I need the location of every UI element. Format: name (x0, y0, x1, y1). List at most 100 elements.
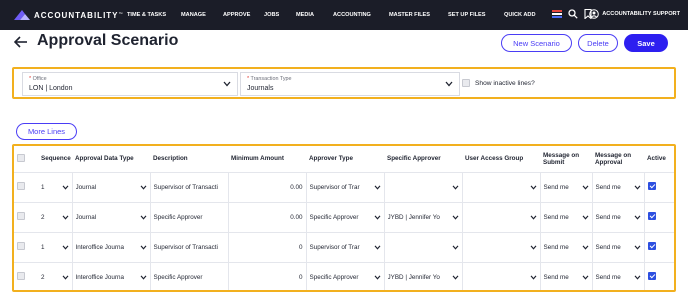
approval-data-type-value: Interoffice Journa (75, 273, 125, 281)
save-button[interactable]: Save (624, 34, 668, 52)
sequence-select[interactable]: 1 (38, 231, 72, 262)
approval-data-type-select[interactable]: Interoffice Journa (71, 231, 150, 262)
row-select-checkbox[interactable] (17, 212, 25, 220)
flag-icon[interactable] (552, 9, 562, 19)
specific-approver-select[interactable]: JYBD | Jennifer Yo (383, 261, 462, 290)
row-select-checkbox[interactable] (17, 242, 25, 250)
row-select-checkbox[interactable] (17, 272, 25, 281)
search-icon[interactable] (568, 9, 578, 19)
nav-item-set-up-files[interactable]: SET UP FILES (448, 12, 500, 18)
nav-item-accounting[interactable]: ACCOUNTING (333, 12, 385, 18)
approval-data-type-select[interactable]: Interoffice Journa (71, 261, 150, 290)
approval-lines-grid: Sequence Approval Data Type Description … (12, 144, 676, 292)
message-on-submit-select[interactable]: Send me (539, 201, 592, 232)
message-on-approval-select[interactable]: Send me (591, 261, 644, 290)
user-access-group-select[interactable] (461, 201, 540, 232)
chevron-down-icon (374, 275, 380, 280)
user-name: ACCOUNTABILITY SUPPORT (602, 11, 680, 17)
new-scenario-button[interactable]: New Scenario (501, 34, 572, 52)
approver-type-select[interactable]: Supervisor of Trar (305, 171, 384, 202)
active-checkbox[interactable] (647, 182, 656, 190)
description-input[interactable]: Supervisor of Transacti (149, 231, 228, 262)
nav-item-quick-add[interactable]: QUICK ADD (504, 12, 544, 18)
message-on-approval-value: Send me (595, 243, 621, 251)
nav-item-time-tasks[interactable]: TIME & TASKS (127, 12, 176, 18)
chevron-down-icon (140, 275, 146, 280)
nav-item-jobs[interactable]: JOBS (264, 12, 292, 18)
nav-item-master-files[interactable]: MASTER FILES (389, 12, 445, 18)
sequence-value: 2 (41, 273, 45, 281)
table-row: 1 Journal Supervisor of Transacti 0.00 Super… (14, 171, 674, 202)
approver-type-select[interactable]: Supervisor of Trar (305, 231, 384, 262)
specific-approver-select[interactable] (383, 231, 462, 262)
approval-data-type-select[interactable]: Journal (71, 201, 150, 232)
sequence-value: 1 (41, 243, 45, 251)
user-circle-icon (589, 9, 600, 19)
minimum-amount-input[interactable]: 0.00 (227, 171, 306, 202)
nav-item-media[interactable]: MEDIA (296, 12, 329, 18)
approver-type-select[interactable]: Specific Approver (305, 201, 384, 232)
sequence-select[interactable]: 2 (38, 201, 72, 232)
chevron-down-icon (445, 81, 453, 87)
message-on-submit-select[interactable]: Send me (539, 261, 592, 290)
nav-item-manage[interactable]: MANAGE (181, 12, 219, 18)
message-on-approval-select[interactable]: Send me (591, 231, 644, 262)
top-navigation-bar: ACCOUNTABILITY ™ TIME & TASKS MANAGE APP… (0, 0, 688, 30)
description-input[interactable]: Specific Approver (149, 261, 228, 290)
brand-name: ACCOUNTABILITY (34, 10, 119, 20)
message-on-approval-select[interactable]: Send me (591, 201, 644, 232)
message-on-submit-select[interactable]: Send me (539, 231, 592, 262)
active-checkbox[interactable] (647, 242, 656, 250)
minimum-amount-input[interactable]: 0.00 (227, 201, 306, 232)
minimum-amount-value: 0 (298, 243, 303, 251)
user-access-group-select[interactable] (461, 171, 540, 202)
office-label: * Office (29, 76, 47, 82)
minimum-amount-value: 0 (298, 273, 303, 281)
delete-button[interactable]: Delete (578, 34, 618, 52)
description-input[interactable]: Specific Approver (149, 201, 228, 232)
description-value: Supervisor of Transacti (153, 243, 218, 251)
message-on-approval-value: Send me (595, 273, 621, 281)
chevron-down-icon (530, 214, 536, 220)
message-on-approval-select[interactable]: Send me (591, 171, 644, 202)
table-header-row: Sequence Approval Data Type Description … (14, 146, 674, 172)
active-checkbox[interactable] (647, 272, 656, 281)
specific-approver-value: JYBD | Jennifer Yo (387, 213, 440, 221)
approval-lines-table: Sequence Approval Data Type Description … (14, 146, 674, 290)
chevron-down-icon (452, 275, 458, 280)
row-select-checkbox[interactable] (17, 182, 25, 190)
chevron-down-icon (530, 275, 536, 280)
arrow-left-icon[interactable] (14, 36, 28, 48)
sequence-select[interactable]: 1 (38, 171, 72, 202)
select-all-checkbox[interactable] (17, 153, 25, 162)
header-message-on-approval: Message on Approval (595, 151, 632, 166)
brand-logo[interactable]: ACCOUNTABILITY ™ (14, 9, 124, 21)
specific-approver-select[interactable]: JYBD | Jennifer Yo (383, 201, 462, 232)
message-on-submit-select[interactable]: Send me (539, 171, 592, 202)
user-menu[interactable]: ACCOUNTABILITY SUPPORT (589, 9, 680, 19)
show-inactive-checkbox[interactable] (462, 79, 470, 87)
active-checkbox[interactable] (647, 212, 656, 220)
header-approval-data-type: Approval Data Type (75, 155, 134, 163)
specific-approver-select[interactable] (383, 171, 462, 202)
transaction-type-select[interactable]: * Transaction Type Journals (240, 72, 460, 96)
minimum-amount-input[interactable]: 0 (227, 231, 306, 262)
more-lines-button[interactable]: More Lines (16, 123, 77, 140)
office-select[interactable]: * Office LON | London (22, 72, 238, 96)
description-input[interactable]: Supervisor of Transacti (149, 171, 228, 202)
approver-type-select[interactable]: Specific Approver (305, 261, 384, 290)
chevron-down-icon (452, 214, 458, 220)
nav-item-approve[interactable]: APPROVE (223, 12, 259, 18)
row-select-cell (14, 261, 38, 290)
chevron-down-icon (140, 214, 146, 220)
user-access-group-select[interactable] (461, 261, 540, 290)
minimum-amount-value: 0.00 (290, 183, 303, 191)
minimum-amount-input[interactable]: 0 (227, 261, 306, 290)
user-access-group-select[interactable] (461, 231, 540, 262)
show-inactive-toggle[interactable]: Show inactive lines? (462, 79, 535, 87)
approval-data-type-value: Journal (75, 213, 97, 221)
chevron-down-icon (530, 184, 536, 190)
approval-data-type-select[interactable]: Journal (71, 171, 150, 202)
chevron-down-icon (634, 244, 640, 250)
sequence-select[interactable]: 2 (38, 261, 72, 290)
